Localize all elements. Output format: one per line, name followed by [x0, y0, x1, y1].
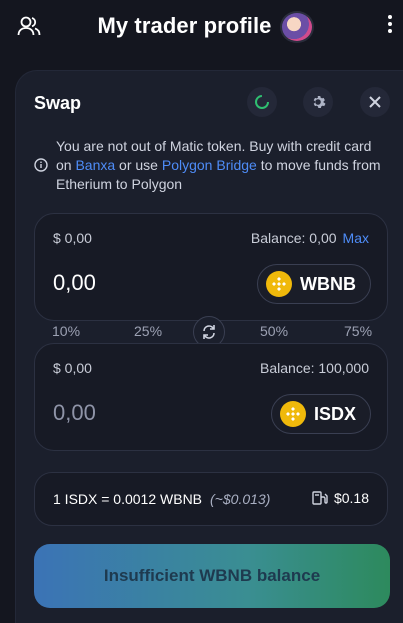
gas-fee: $0.18 [312, 490, 369, 506]
percent-10-button[interactable]: 10% [52, 323, 80, 339]
info-message: You are not out of Matic token. Buy with… [34, 137, 384, 194]
percent-75-button[interactable]: 75% [344, 323, 372, 339]
swap-header: Swap [34, 87, 390, 117]
swap-card: Swap You are not out of Matic token. Buy… [15, 70, 403, 623]
from-usd-value: $ 0,00 [53, 230, 92, 246]
from-token-box: $ 0,00 Balance: 0,00 Max WBNB [34, 213, 388, 321]
users-icon[interactable] [16, 13, 42, 39]
rate-info: 1 ISDX = 0.0012 WBNB (~$0.013) $0.18 [34, 472, 388, 526]
insufficient-balance-button[interactable]: Insufficient WBNB balance [34, 544, 390, 608]
max-button[interactable]: Max [343, 230, 369, 246]
from-token-select[interactable]: WBNB [257, 264, 371, 304]
exchange-rate: 1 ISDX = 0.0012 WBNB [53, 491, 203, 507]
from-balance-label: Balance: 0,00 [250, 230, 337, 246]
info-text-middle: or use [115, 157, 162, 173]
to-token-select[interactable]: ISDX [270, 394, 371, 434]
to-token-symbol: ISDX [313, 403, 356, 424]
from-token-symbol: WBNB [300, 273, 356, 294]
avatar[interactable] [280, 11, 314, 43]
bnb-icon [279, 401, 306, 427]
percent-25-button[interactable]: 25% [134, 323, 162, 339]
to-token-box: $ 0,00 Balance: 100,000 ISDX [34, 343, 388, 451]
to-usd-value: $ 0,00 [53, 360, 92, 376]
settings-icon[interactable] [303, 87, 333, 117]
top-bar: My trader profile [0, 0, 403, 52]
banxa-link[interactable]: Banxa [75, 157, 115, 173]
page-title: My trader profile [97, 13, 272, 38]
bnb-icon [266, 271, 292, 297]
to-balance: Balance: 100,000 [260, 360, 369, 376]
to-amount-input[interactable] [53, 400, 213, 426]
swap-title: Swap [34, 93, 82, 113]
refresh-icon[interactable] [247, 87, 277, 117]
info-icon [34, 158, 48, 172]
from-balance: Balance: 0,00 Max [251, 230, 369, 246]
close-icon[interactable] [360, 87, 390, 117]
gas-fee-value: $0.18 [333, 490, 369, 506]
kebab-icon[interactable] [385, 15, 395, 37]
percent-50-button[interactable]: 50% [260, 323, 288, 339]
polygon-bridge-link[interactable]: Polygon Bridge [162, 157, 257, 173]
gas-pump-icon [312, 491, 328, 505]
from-amount-input[interactable] [53, 270, 213, 296]
rate-usd-estimate: (~$0.013) [210, 491, 271, 507]
